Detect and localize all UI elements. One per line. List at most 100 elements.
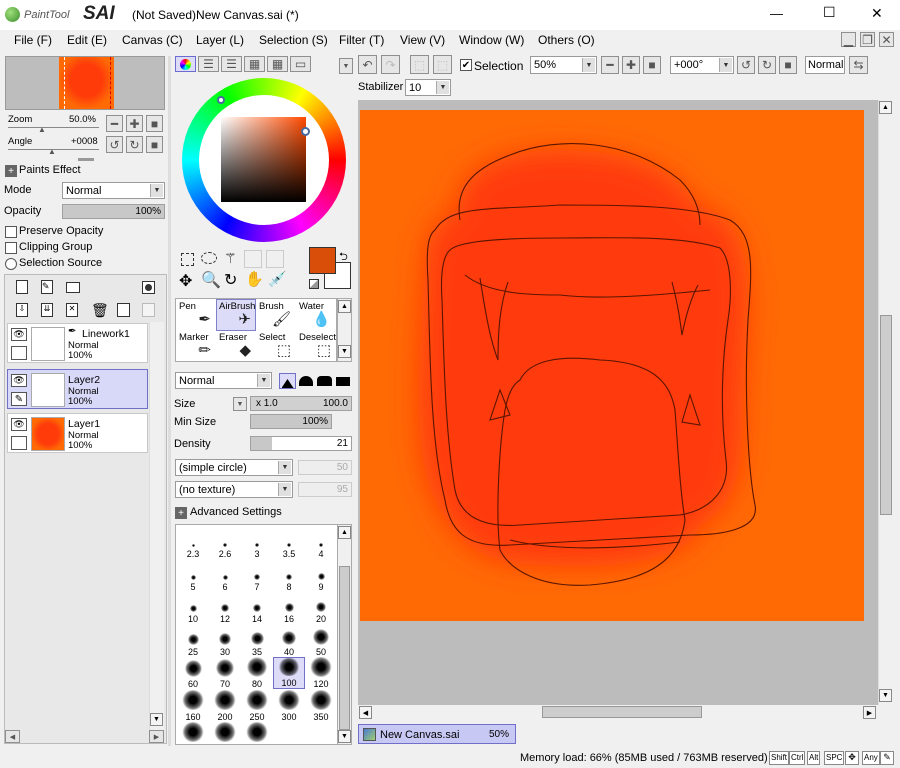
new-layer-icon[interactable] — [16, 280, 28, 294]
brush-size-preset[interactable]: 70 — [209, 657, 241, 689]
brush-size-preset[interactable]: 12 — [209, 592, 241, 624]
zoom-slider[interactable] — [8, 127, 99, 128]
canvas-scroll-left-icon[interactable]: ◀ — [359, 706, 372, 719]
brush-size-preset[interactable]: 250 — [241, 689, 273, 722]
brush-size-preset[interactable]: 10 — [177, 592, 209, 624]
transfer-down-icon[interactable]: ⇩ — [16, 303, 28, 317]
brush-size-preset[interactable]: 2.6 — [209, 527, 241, 559]
hand-icon[interactable]: ✋ — [245, 270, 264, 288]
brush-shape-medium-icon[interactable] — [299, 376, 313, 386]
menu-selection[interactable]: Selection (S) — [259, 33, 328, 47]
brush-size-preset[interactable]: 350 — [305, 689, 337, 722]
canvas-hscroll-thumb[interactable] — [542, 706, 702, 718]
new-folder-icon[interactable] — [66, 282, 80, 293]
canvas-rotate-reset-button[interactable]: ■ — [779, 56, 797, 74]
navigator-thumbnail[interactable] — [59, 57, 114, 109]
layer-item[interactable]: 👁 Layer1 Normal 100% — [7, 413, 148, 453]
zoom-tool-icon[interactable]: 🔍 — [201, 270, 221, 290]
rotate-right-button[interactable]: ↻ — [126, 136, 143, 153]
brush-size-preset[interactable]: 9 — [305, 560, 337, 592]
expand-icon[interactable]: + — [5, 165, 17, 177]
brush-size-preset[interactable]: 30 — [209, 625, 241, 657]
layer-properties-icon[interactable] — [117, 303, 130, 317]
brush-size-preset[interactable]: 4 — [305, 527, 337, 559]
tool-scroll-up-icon[interactable]: ▲ — [338, 300, 351, 313]
menu-file[interactable]: File (F) — [14, 33, 52, 47]
tool-pen[interactable]: Pen ✒ — [176, 299, 216, 331]
edit-pen-icon[interactable]: ✎ — [11, 392, 27, 406]
layer-lock-checkbox[interactable] — [11, 436, 27, 450]
canvas-vscroll-thumb[interactable] — [880, 315, 892, 515]
canvas-scroll-up-icon[interactable]: ▲ — [879, 101, 892, 114]
menu-view[interactable]: View (V) — [400, 33, 445, 47]
brush-size-preset[interactable]: 16 — [273, 592, 305, 624]
sv-picker-handle[interactable] — [301, 127, 310, 136]
brush-size-preset[interactable]: 8 — [273, 560, 305, 592]
trash-icon[interactable]: 🗑 — [91, 302, 109, 319]
brush-shape-hard-icon[interactable] — [279, 373, 296, 389]
brush-size-preset[interactable]: 3 — [241, 527, 273, 559]
menu-window[interactable]: Window (W) — [459, 33, 524, 47]
brush-size-scroll-thumb[interactable] — [339, 566, 350, 730]
preserve-opacity-checkbox[interactable] — [5, 226, 17, 238]
zoom-slider-handle[interactable]: ▲ — [38, 125, 46, 134]
swatches-tab[interactable]: ▦ — [267, 56, 288, 72]
layer-scrollbar[interactable] — [149, 322, 164, 742]
layer-lock-checkbox[interactable] — [11, 346, 27, 360]
maximize-button[interactable]: ☐ — [823, 4, 836, 21]
canvas-rotate-left-button[interactable]: ↺ — [737, 56, 755, 74]
size-multiplier-dropdown[interactable]: ▼ — [233, 397, 247, 411]
min-size-slider[interactable]: 100% — [250, 414, 332, 429]
brush-size-preset[interactable]: 60 — [177, 657, 209, 689]
merge-down-icon[interactable]: ⇊ — [41, 303, 53, 317]
opacity-slider[interactable]: 100% — [62, 204, 165, 219]
rotate-tool-icon[interactable]: ↻ — [224, 270, 237, 290]
brush-size-preset[interactable]: 50 — [305, 625, 337, 657]
rotate-left-button[interactable]: ↺ — [106, 136, 123, 153]
menu-layer[interactable]: Layer (L) — [196, 33, 244, 47]
tool-marker[interactable]: Marker ✏ — [176, 330, 216, 362]
brush-size-preset[interactable]: 500 — [241, 722, 273, 744]
brush-blend-select[interactable]: Normal ▼ — [175, 372, 272, 389]
transparent-color-icon[interactable] — [309, 279, 319, 289]
canvas-zoom-select[interactable]: 50% ▼ — [530, 56, 597, 74]
tool-brush[interactable]: Brush 🖌 — [256, 299, 296, 331]
flip-canvas-button[interactable]: ⇆ — [849, 56, 868, 74]
tool-airbrush[interactable]: AirBrush ✈ — [216, 299, 256, 331]
eyedropper-icon[interactable]: 💉 — [268, 270, 287, 288]
zoom-reset-button[interactable]: ■ — [146, 115, 163, 132]
brush-size-preset[interactable]: 400 — [177, 722, 209, 744]
canvas-viewport[interactable] — [358, 100, 878, 705]
canvas-rotate-right-button[interactable]: ↻ — [758, 56, 776, 74]
advanced-settings-label[interactable]: Advanced Settings — [190, 506, 282, 518]
hsv-sliders-tab[interactable]: ☰ — [221, 56, 242, 72]
canvas-angle-select[interactable]: +000° ▼ — [670, 56, 734, 74]
panel-divider[interactable] — [168, 56, 171, 746]
clipping-group-checkbox[interactable] — [5, 242, 17, 254]
canvas-tab[interactable]: New Canvas.sai 50% — [358, 724, 516, 744]
menu-filter[interactable]: Filter (T) — [339, 33, 384, 47]
brush-size-scroll-up-icon[interactable]: ▲ — [338, 526, 351, 539]
mdi-close-button[interactable]: ✕ — [879, 32, 894, 47]
visibility-eye-icon[interactable]: 👁 — [11, 374, 27, 387]
selection-source-radio[interactable] — [5, 258, 17, 270]
rgb-sliders-tab[interactable]: ☰ — [198, 56, 219, 72]
saturation-value-square[interactable] — [221, 117, 306, 202]
hue-picker-handle[interactable] — [217, 96, 225, 104]
panel-splitter[interactable] — [78, 158, 94, 161]
menu-edit[interactable]: Edit (E) — [67, 33, 107, 47]
angle-slider-handle[interactable]: ▲ — [48, 147, 56, 156]
invert-selection-button[interactable]: ⬚ — [433, 55, 452, 74]
brush-size-preset[interactable]: 160 — [177, 689, 209, 722]
canvas-blend-select[interactable]: Normal — [805, 56, 845, 74]
rect-select-icon[interactable] — [181, 253, 194, 266]
mdi-minimize-button[interactable]: ▁ — [841, 32, 856, 47]
brush-size-preset[interactable]: 5 — [177, 560, 209, 592]
layer-panel-scroll-right[interactable]: ▶ — [149, 730, 164, 743]
layer-item[interactable]: 👁 ✒ Linework1 Normal 100% — [7, 323, 148, 363]
canvas-scroll-right-icon[interactable]: ▶ — [863, 706, 876, 719]
stabilizer-select[interactable]: 10 ▼ — [405, 79, 451, 96]
swap-colors-icon[interactable]: ⮌ — [339, 248, 348, 267]
primary-color-swatch[interactable] — [309, 247, 336, 274]
brush-texture-select[interactable]: (no texture) ▼ — [175, 481, 293, 498]
